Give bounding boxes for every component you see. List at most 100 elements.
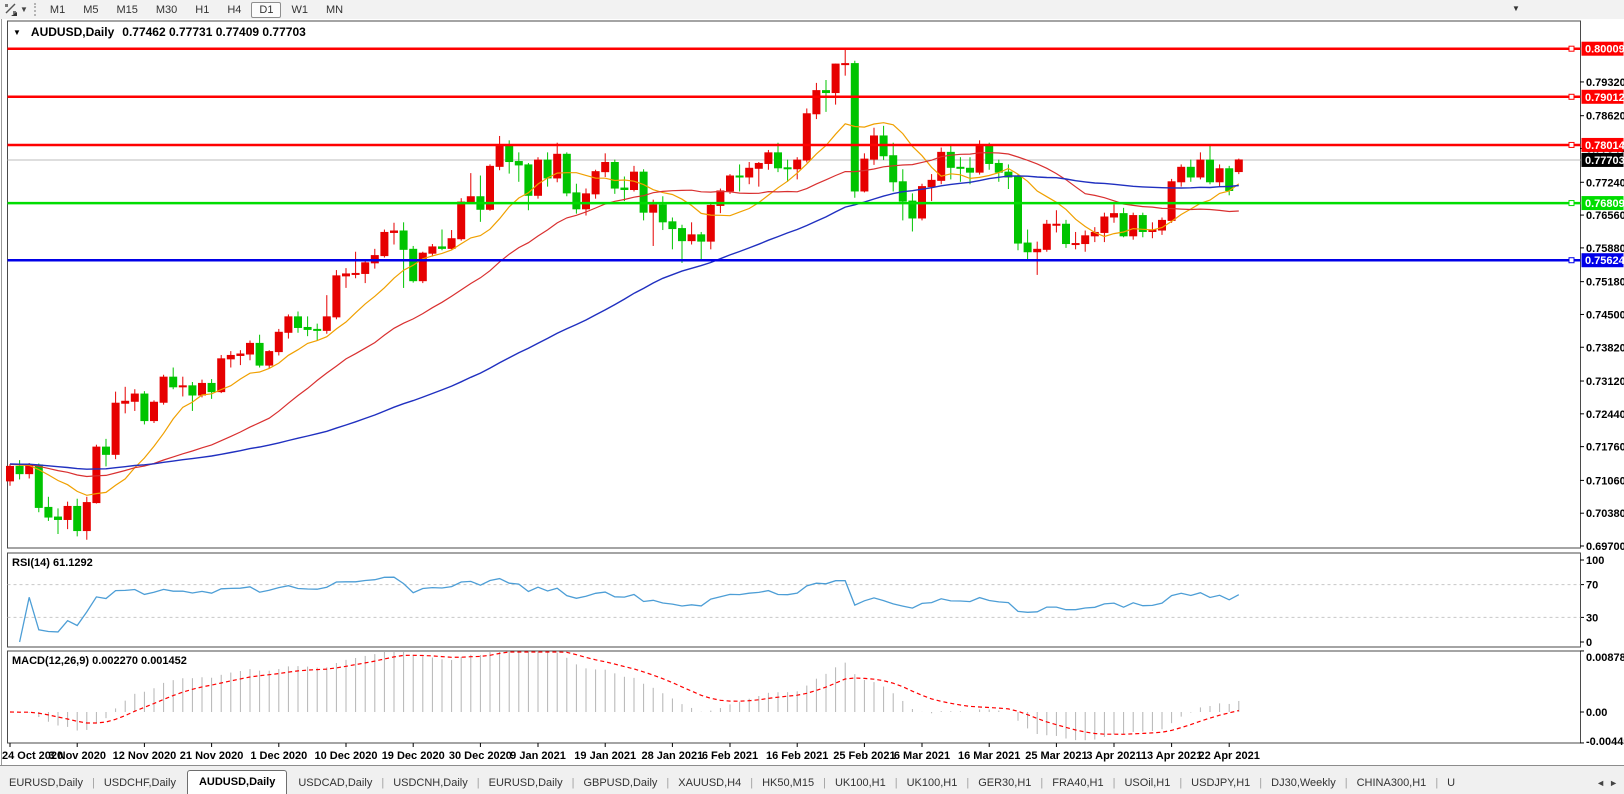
line-anchor[interactable] [1569, 94, 1574, 99]
price-tick-label: 0.78620 [1586, 111, 1624, 123]
svg-text:0.76809: 0.76809 [1585, 198, 1624, 210]
chart-title-bar: ▼ AUDUSD,Daily 0.77462 0.77731 0.77409 0… [13, 25, 306, 39]
macd-scale-label: 0.008782 [1586, 652, 1624, 664]
chart-symbol-label: AUDUSD,Daily [31, 25, 114, 39]
chart-tab-audusd-daily[interactable]: AUDUSD,Daily [187, 770, 287, 794]
price-tick-label: 0.76560 [1586, 210, 1624, 222]
price-tick-label: 0.73120 [1586, 376, 1624, 388]
rsi-panel[interactable] [8, 553, 1581, 647]
chart-tab-eurusd-daily[interactable]: EURUSD,Daily [480, 773, 572, 794]
chart-canvas[interactable]: 0.793200.786200.779400.772400.765600.758… [0, 19, 1624, 765]
tab-scroll-left-icon[interactable]: ◄ [1596, 778, 1605, 788]
line-anchor[interactable] [1569, 201, 1574, 206]
date-tick-label: 3 Nov 2020 [48, 750, 105, 762]
date-tick-label: 21 Nov 2020 [180, 750, 244, 762]
chart-tab-usdcad-daily[interactable]: USDCAD,Daily [289, 773, 381, 794]
price-tick-label: 0.70380 [1586, 508, 1624, 520]
chart-tab-china300-h1[interactable]: CHINA300,H1 [1348, 773, 1436, 794]
chart-tab-dj30-weekly[interactable]: DJ30,Weekly [1262, 773, 1345, 794]
date-tick-label: 10 Dec 2020 [315, 750, 378, 762]
line-anchor[interactable] [1569, 46, 1574, 51]
timeframe-button-m15[interactable]: M15 [108, 2, 145, 18]
svg-text:0.75624: 0.75624 [1585, 255, 1624, 267]
price-tick-label: 0.75880 [1586, 243, 1624, 255]
chart-draw-cursor-icon[interactable] [3, 3, 19, 17]
date-tick-label: 3 Apr 2021 [1086, 750, 1141, 762]
chart-tab-gbpusd-daily[interactable]: GBPUSD,Daily [574, 773, 666, 794]
chart-tab-usdcnh-daily[interactable]: USDCNH,Daily [384, 773, 477, 794]
chart-tab-ger30-h1[interactable]: GER30,H1 [969, 773, 1040, 794]
price-tick-label: 0.72440 [1586, 409, 1624, 421]
toolbar-overflow-icon[interactable]: ▼ [1512, 4, 1520, 13]
date-tick-label: 30 Dec 2020 [449, 750, 512, 762]
macd-panel[interactable] [8, 651, 1581, 743]
rsi-scale-label: 100 [1586, 555, 1604, 567]
chart-tab-hk50-m15[interactable]: HK50,M15 [753, 773, 823, 794]
timeframe-button-group: M1M5M15M30H1H4D1W1MN [41, 4, 352, 16]
line-anchor[interactable] [1569, 142, 1574, 147]
tab-list: EURUSD,Daily|USDCHF,DailyAUDUSD,DailyUSD… [0, 770, 1464, 794]
svg-text:0.80009: 0.80009 [1585, 44, 1624, 56]
chart-tab-bar: EURUSD,Daily|USDCHF,DailyAUDUSD,DailyUSD… [0, 765, 1624, 794]
svg-text:0.78014: 0.78014 [1585, 140, 1624, 152]
price-tick-label: 0.69700 [1586, 541, 1624, 553]
timeframe-button-m1[interactable]: M1 [42, 2, 73, 18]
macd-scale-label: -0.004451 [1586, 736, 1624, 748]
chart-tab-fra40-h1[interactable]: FRA40,H1 [1043, 773, 1112, 794]
rsi-scale-label: 30 [1586, 612, 1598, 624]
svg-text:0.79012: 0.79012 [1585, 92, 1624, 104]
date-tick-label: 25 Mar 2021 [1025, 750, 1087, 762]
rsi-scale-label: 70 [1586, 580, 1598, 592]
chart-tab-usoil-h1[interactable]: USOil,H1 [1115, 773, 1179, 794]
chart-tab-eurusd-daily[interactable]: EURUSD,Daily [0, 773, 92, 794]
collapse-triangle-icon[interactable]: ▼ [13, 28, 21, 37]
chart-tab-usdjpy-h1[interactable]: USDJPY,H1 [1182, 773, 1259, 794]
toolbar-grip[interactable] [34, 3, 36, 16]
date-tick-label: 16 Feb 2021 [766, 750, 828, 762]
top-toolbar: ▼ M1M5M15M30H1H4D1W1MN ▼ [0, 0, 1624, 20]
tab-scroll-right-icon[interactable]: ► [1609, 778, 1618, 788]
tab-scroll-controls: ◄ ► [1594, 774, 1624, 794]
price-tick-label: 0.71060 [1586, 475, 1624, 487]
timeframe-button-mn[interactable]: MN [318, 2, 351, 18]
chart-tab-usdchf-daily[interactable]: USDCHF,Daily [95, 773, 185, 794]
svg-text:0.77703: 0.77703 [1585, 155, 1624, 167]
timeframe-button-d1[interactable]: D1 [251, 2, 281, 18]
price-tick-label: 0.77240 [1586, 177, 1624, 189]
price-tick-label: 0.74500 [1586, 309, 1624, 321]
main-panel[interactable] [8, 21, 1581, 548]
timeframe-button-h1[interactable]: H1 [187, 2, 217, 18]
date-tick-label: 12 Nov 2020 [113, 750, 177, 762]
chart-tab-xauusd-h4[interactable]: XAUUSD,H4 [669, 773, 750, 794]
chart-window[interactable]: 0.793200.786200.779400.772400.765600.758… [0, 19, 1624, 765]
price-tick-label: 0.71760 [1586, 442, 1624, 454]
date-tick-label: 1 Dec 2020 [250, 750, 307, 762]
date-tick-label: 19 Jan 2021 [574, 750, 636, 762]
timeframe-button-h4[interactable]: H4 [219, 2, 249, 18]
timeframe-button-m30[interactable]: M30 [148, 2, 185, 18]
rsi-scale-label: 0 [1586, 637, 1592, 649]
line-anchor[interactable] [1569, 258, 1574, 263]
timeframe-button-m5[interactable]: M5 [75, 2, 106, 18]
chart-tab-u[interactable]: U [1438, 773, 1464, 794]
date-tick-label: 19 Dec 2020 [382, 750, 445, 762]
date-tick-label: 28 Jan 2021 [642, 750, 704, 762]
chevron-down-icon[interactable]: ▼ [20, 5, 28, 14]
price-tick-label: 0.79320 [1586, 77, 1624, 89]
chart-tab-uk100-h1[interactable]: UK100,H1 [898, 773, 967, 794]
date-tick-label: 6 Mar 2021 [894, 750, 950, 762]
date-tick-label: 13 Apr 2021 [1141, 750, 1202, 762]
date-tick-label: 9 Jan 2021 [510, 750, 566, 762]
macd-label: MACD(12,26,9) 0.002270 0.001452 [12, 655, 187, 667]
chart-tab-uk100-h1[interactable]: UK100,H1 [826, 773, 895, 794]
timeframe-button-w1[interactable]: W1 [283, 2, 316, 18]
date-axis[interactable]: 24 Oct 20203 Nov 202012 Nov 202021 Nov 2… [2, 743, 1260, 762]
date-tick-label: 22 Apr 2021 [1199, 750, 1260, 762]
chart-ohlc-values: 0.77462 0.77731 0.77409 0.77703 [122, 25, 306, 39]
date-tick-label: 6 Feb 2021 [702, 750, 758, 762]
macd-scale-label: 0.00 [1586, 707, 1607, 719]
price-tick-label: 0.73820 [1586, 342, 1624, 354]
price-tick-label: 0.75180 [1586, 277, 1624, 289]
date-tick-label: 25 Feb 2021 [833, 750, 895, 762]
rsi-label: RSI(14) 61.1292 [12, 557, 93, 569]
